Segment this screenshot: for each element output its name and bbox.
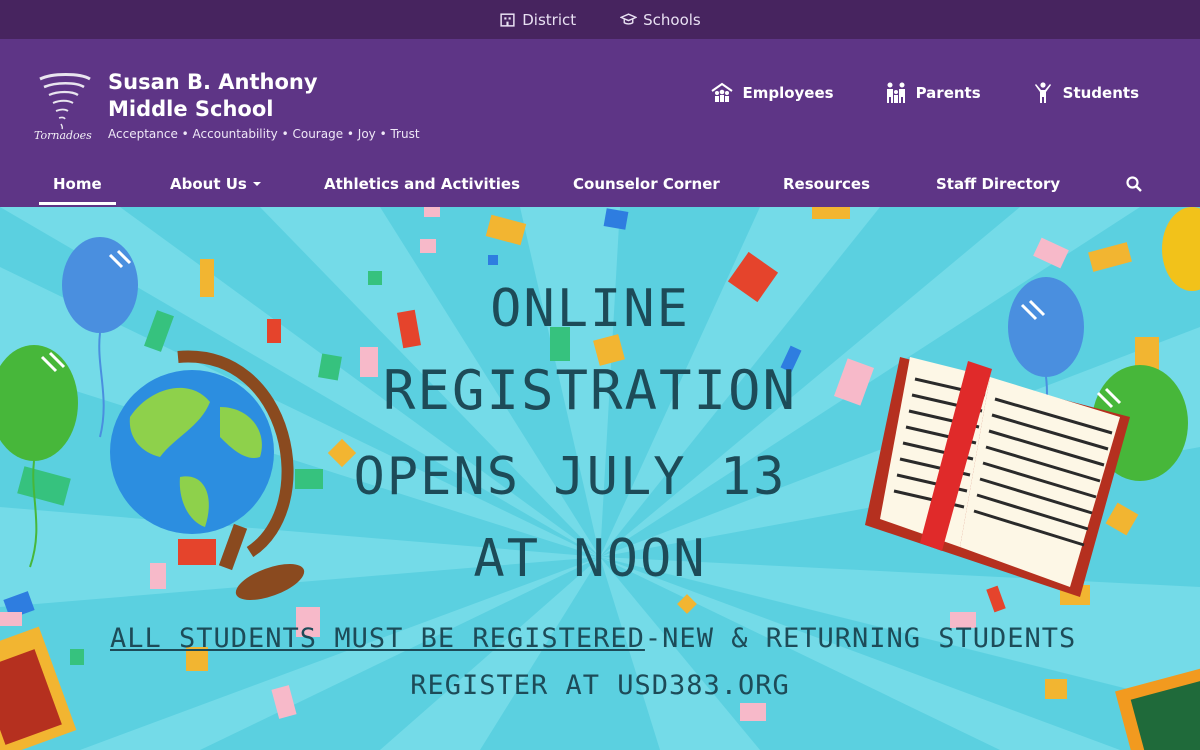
nav-athletics[interactable]: Athletics and Activities (324, 163, 520, 205)
nav-staff-directory[interactable]: Staff Directory (936, 163, 1060, 205)
utility-bar: District Schools (0, 0, 1200, 39)
students-link[interactable]: Students (1031, 81, 1139, 105)
nav-staff-label: Staff Directory (936, 175, 1061, 193)
caret-down-icon (252, 182, 261, 186)
parents-link[interactable]: Parents (884, 81, 981, 105)
main-nav: Home About Us Athletics and Activities C… (0, 163, 1200, 205)
hero-banner[interactable]: ONLINE REGISTRATION OPENS JULY 13 AT NOO… (0, 207, 1200, 750)
employees-link[interactable]: Employees (710, 81, 834, 105)
school-name-line2: Middle School (108, 97, 274, 121)
school-name-line1: Susan B. Anthony (108, 70, 318, 94)
nav-about-us-label: About Us (170, 175, 247, 193)
hero-line-1: ONLINE (490, 279, 690, 339)
nav-resources[interactable]: Resources (783, 163, 870, 205)
nav-resources-label: Resources (783, 175, 871, 193)
schools-label: Schools (643, 10, 701, 29)
parents-label: Parents (915, 84, 981, 102)
nav-athletics-label: Athletics and Activities (324, 175, 521, 193)
hero-subtext-underlined: ALL STUDENTS MUST BE REGISTERED (110, 623, 645, 654)
nav-home[interactable]: Home (39, 163, 116, 205)
schools-link[interactable]: Schools (620, 11, 701, 29)
quicklinks: Employees Parents Students (710, 81, 1139, 105)
district-link[interactable]: District (499, 11, 576, 29)
employees-label: Employees (742, 84, 834, 102)
nav-counselor-corner[interactable]: Counselor Corner (573, 163, 720, 205)
hero-subtext-1: ALL STUDENTS MUST BE REGISTERED-NEW & RE… (110, 623, 1076, 654)
district-label: District (522, 10, 577, 29)
mascot-caption: Tornadoes (34, 129, 92, 142)
students-icon (1034, 82, 1051, 103)
graduation-cap-icon (620, 13, 638, 25)
search-icon[interactable] (1125, 175, 1143, 193)
school-tagline: Acceptance • Accountability • Courage • … (108, 127, 420, 141)
nav-home-label: Home (53, 175, 102, 193)
nav-counselor-label: Counselor Corner (573, 175, 720, 193)
hero-line-3: OPENS JULY 13 (353, 447, 787, 507)
nav-about-us[interactable]: About Us (170, 163, 261, 205)
hero-line-4: AT NOON (473, 529, 707, 589)
site-header: Tornadoes Susan B. Anthony Middle School… (0, 39, 1200, 207)
employees-icon (711, 82, 734, 102)
hero-line-2: REGISTRATION (382, 359, 798, 422)
parents-icon (886, 82, 905, 103)
school-name[interactable]: Susan B. Anthony Middle School (108, 69, 318, 123)
building-icon (500, 13, 515, 27)
hero-subtext-rest: -NEW & RETURNING STUDENTS (644, 623, 1077, 654)
hero-subtext-2: REGISTER AT USD383.ORG (410, 670, 790, 701)
students-label: Students (1062, 84, 1139, 102)
